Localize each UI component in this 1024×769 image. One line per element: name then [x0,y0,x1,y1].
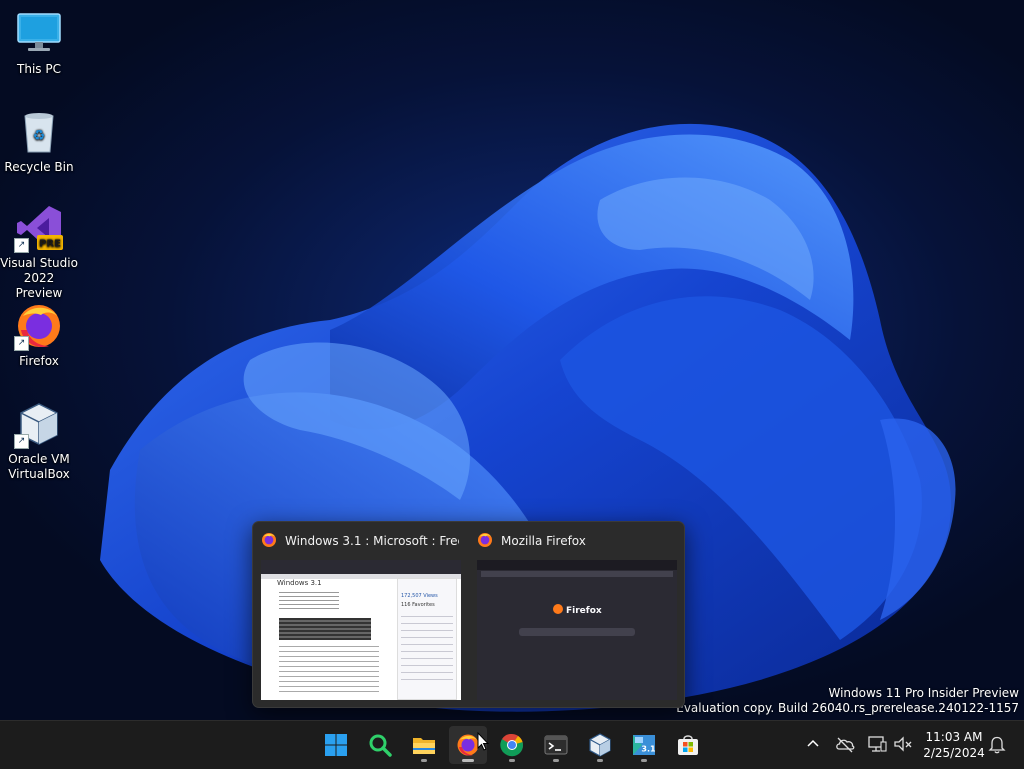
tray-onedrive[interactable] [834,733,856,755]
running-indicator [553,759,559,762]
clock-date: 2/25/2024 [923,746,985,760]
shortcut-arrow-icon: ↗ [14,336,29,351]
file-explorer-icon [413,738,435,754]
thumbnail-window-1[interactable]: Windows 3.1 : Microsoft : Free ... Windo… [253,522,465,707]
taskbar-windows-3-1[interactable]: 3.1 [625,726,663,764]
taskbar-thumbnail-flyout: Windows 3.1 : Microsoft : Free ... Windo… [252,521,685,708]
search-button[interactable] [361,726,399,764]
shortcut-arrow-icon: ↗ [14,238,29,253]
desktop-icon-label: Firefox [19,354,59,368]
onedrive-icon [836,737,855,753]
preview-highlight-block [279,618,371,640]
recycle-bin-icon: ♻ [24,113,54,153]
taskbar-store[interactable] [669,726,707,764]
thumbnail-preview: Firefox [477,560,677,700]
firefox-icon [262,533,276,547]
start-icon [325,734,347,756]
chrome-icon [500,733,524,757]
taskbar: 3.1 11:03 AM 2/25/2024 [0,720,1024,769]
preview-address-bar [481,571,673,577]
preview-favorites: 116 Favorites [401,602,435,608]
desktop-icon-label: Oracle VM VirtualBox [8,452,70,481]
desktop-icon-label: This PC [17,62,61,76]
start-button[interactable] [317,726,355,764]
mouse-pointer-icon [477,732,489,751]
desktop-icon-this-pc[interactable]: This PC [0,10,78,77]
desktop-icon-label: Recycle Bin [4,160,74,174]
desktop-icon-virtualbox[interactable]: ↗ Oracle VM VirtualBox [0,400,78,482]
running-indicator [641,759,647,762]
search-icon [369,734,392,757]
preview-file-list [401,616,453,686]
store-icon [678,735,698,755]
desktop: This PC ♻ Recycle Bin PRE ↗ Visual Studio… [0,0,1024,720]
desktop-icon-firefox[interactable]: ↗ Firefox [0,302,78,369]
evaluation-watermark: Windows 11 Pro Insider Preview Evaluatio… [676,686,1019,716]
preview-logo-text: Firefox [566,606,602,616]
thumbnail-title: Mozilla Firefox [501,534,586,548]
taskbar-terminal[interactable] [537,726,575,764]
preview-text-lines [279,646,379,696]
chevron-up-icon [807,739,819,747]
volume-muted-icon [894,736,912,752]
thumbnail-title: Windows 3.1 : Microsoft : Free ... [285,534,459,548]
running-indicator [462,759,474,762]
taskbar-file-explorer[interactable] [405,726,443,764]
desktop-icon-visual-studio[interactable]: PRE ↗ Visual Studio 2022 Preview [0,204,78,301]
thumbnail-window-2[interactable]: Mozilla Firefox Firefox [469,522,681,707]
preview-views: 172,507 Views [401,593,438,599]
tray-network[interactable] [866,733,888,755]
clock[interactable]: 11:03 AM 2/25/2024 [920,729,988,761]
clock-time: 11:03 AM [925,730,983,744]
preview-page-heading: Windows 3.1 [277,579,322,587]
preview-browser-tabs [261,560,461,574]
running-indicator [597,759,603,762]
desktop-icon-recycle-bin[interactable]: ♻ Recycle Bin [0,108,78,175]
windows-3-1-label: 3.1 [641,745,656,754]
taskbar-virtualbox[interactable] [581,726,619,764]
desktop-icon-label: Visual Studio 2022 Preview [0,256,78,300]
taskbar-chrome[interactable] [493,726,531,764]
bell-icon [988,736,1006,754]
network-icon [868,736,887,752]
svg-text:♻: ♻ [33,128,46,144]
visual-studio-badge: PRE [39,239,61,250]
preview-browser-tabs [477,560,677,570]
windows-3-1-icon: 3.1 [633,735,656,755]
tray-volume[interactable] [892,733,914,755]
this-pc-icon [17,13,61,51]
terminal-icon [544,735,568,755]
notifications-button[interactable] [986,733,1008,755]
thumbnail-preview: Windows 3.1 172,507 Views 116 Favorites [261,560,461,700]
firefox-icon [478,533,492,547]
running-indicator [509,759,515,762]
preview-firefox-logo: Firefox [553,604,602,616]
watermark-line-2: Evaluation copy. Build 26040.rs_prerelea… [676,701,1019,715]
virtualbox-icon [589,733,611,757]
show-hidden-icons-button[interactable] [802,733,824,755]
preview-search-box [519,628,635,636]
shortcut-arrow-icon: ↗ [14,434,29,449]
running-indicator [421,759,427,762]
preview-sidebar: 172,507 Views 116 Favorites [397,578,457,700]
preview-metadata-lines [279,592,339,610]
watermark-line-1: Windows 11 Pro Insider Preview [828,686,1019,700]
